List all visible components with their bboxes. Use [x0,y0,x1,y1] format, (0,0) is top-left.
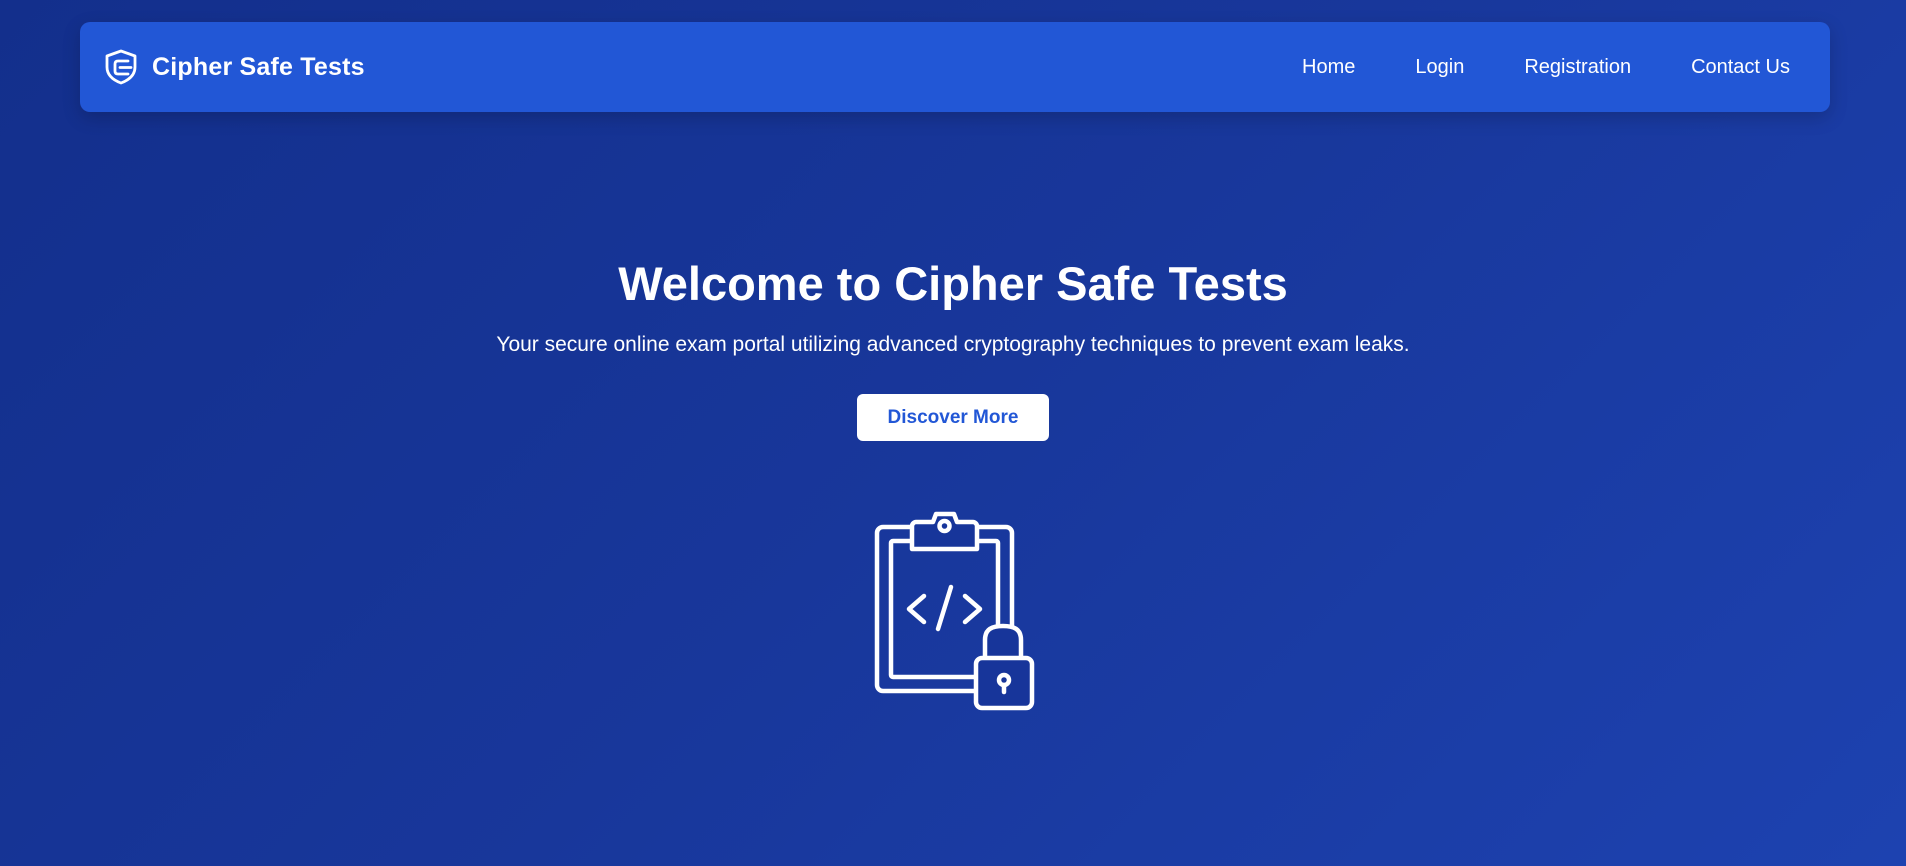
hero-title: Welcome to Cipher Safe Tests [618,257,1288,310]
brand-logo-link[interactable]: Cipher Safe Tests [104,49,365,85]
brand-name: Cipher Safe Tests [152,52,365,81]
clipboard-code-lock-icon [872,508,1038,714]
nav-link-login[interactable]: Login [1415,56,1464,79]
nav-links: Home Login Registration Contact Us [1302,56,1790,79]
hero-section: Welcome to Cipher Safe Tests Your secure… [0,255,1906,441]
top-navbar: Cipher Safe Tests Home Login Registratio… [80,22,1830,112]
nav-link-registration[interactable]: Registration [1524,56,1631,79]
nav-link-home[interactable]: Home [1302,56,1355,79]
shield-document-icon [104,49,138,85]
hero-subtitle: Your secure online exam portal utilizing… [496,333,1410,356]
discover-more-button[interactable]: Discover More [857,394,1049,441]
nav-link-contact-us[interactable]: Contact Us [1691,56,1790,79]
